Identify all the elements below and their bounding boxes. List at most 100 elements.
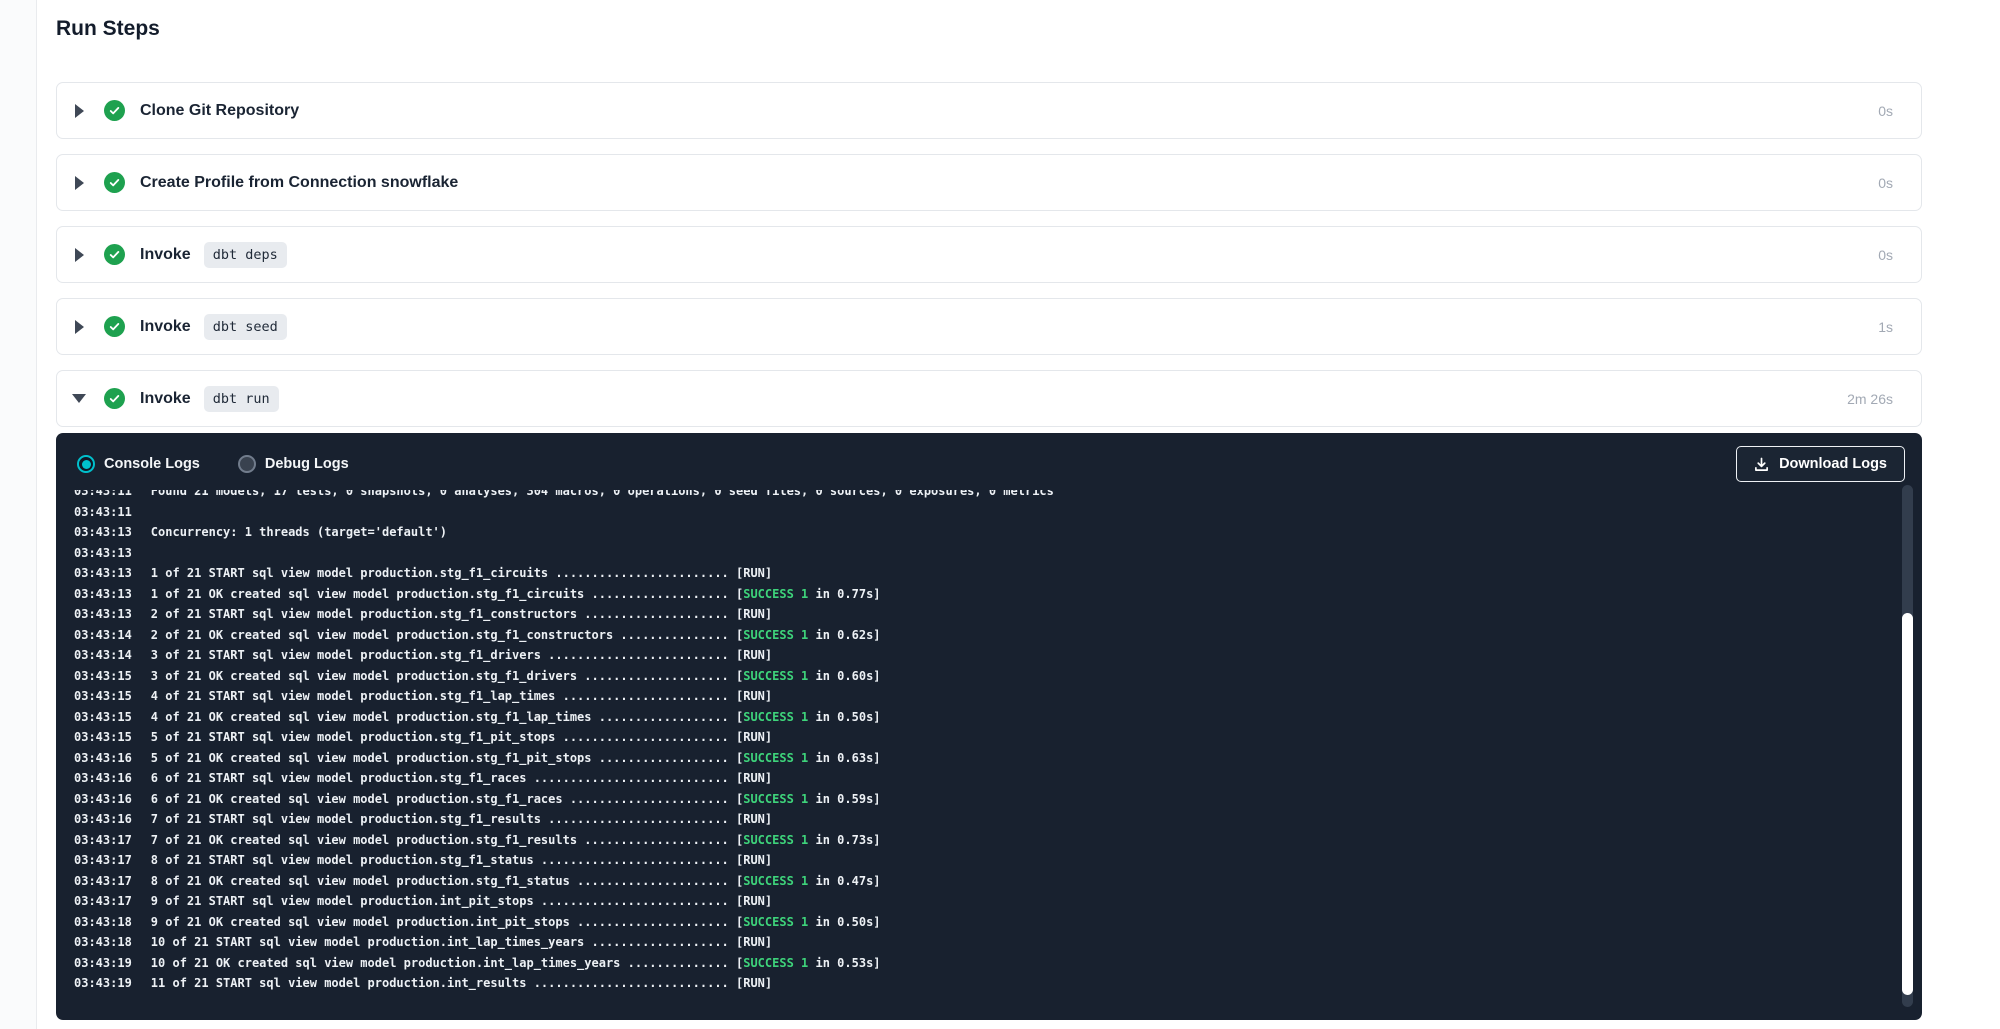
step-name: Invoke — [140, 318, 191, 336]
log-line: 03:43:13 — [74, 543, 1922, 564]
log-text: in 0.50s] — [808, 915, 880, 929]
log-text: [RUN] — [736, 566, 772, 580]
log-success: SUCCESS 1 — [743, 710, 808, 724]
log-text: 2 of 21 START sql view model production.… — [151, 607, 736, 621]
step-duration: 2m 26s — [1847, 391, 1893, 407]
download-logs-button[interactable]: Download Logs — [1736, 446, 1905, 482]
run-step-row[interactable]: Clone Git Repository 0s — [56, 82, 1922, 139]
download-logs-label: Download Logs — [1779, 456, 1887, 472]
log-line: 03:43:1910 of 21 OK created sql view mod… — [74, 953, 1922, 974]
log-line: 03:43:131 of 21 START sql view model pro… — [74, 563, 1922, 584]
log-line: 03:43:153 of 21 OK created sql view mode… — [74, 666, 1922, 687]
log-time: 03:43:18 — [74, 915, 132, 929]
log-time: 03:43:11 — [74, 490, 132, 498]
log-text: 8 of 21 START sql view model production.… — [151, 853, 736, 867]
log-success: SUCCESS 1 — [743, 669, 808, 683]
log-line: 03:43:13Concurrency: 1 threads (target='… — [74, 522, 1922, 543]
log-text: 10 of 21 START sql view model production… — [151, 935, 736, 949]
log-time: 03:43:14 — [74, 648, 132, 662]
log-time: 03:43:16 — [74, 771, 132, 785]
log-line: 03:43:17 8 of 21 START sql view model pro… — [74, 850, 1922, 871]
log-line: 03:43:17 9 of 21 START sql view model pro… — [74, 891, 1922, 912]
log-text: 7 of 21 START sql view model production.… — [151, 812, 736, 826]
download-icon — [1754, 457, 1769, 472]
run-step-row[interactable]: Invoke dbt seed 1s — [56, 298, 1922, 355]
success-check-icon — [104, 172, 125, 193]
log-text: 9 of 21 OK created sql view model produc… — [151, 915, 736, 929]
log-text: [RUN] — [736, 853, 772, 867]
log-text: in 0.53s] — [808, 956, 880, 970]
run-step-row[interactable]: Invoke dbt deps 0s — [56, 226, 1922, 283]
step-duration: 1s — [1878, 319, 1893, 335]
log-time: 03:43:17 — [74, 833, 132, 847]
run-step-row[interactable]: Create Profile from Connection snowflake… — [56, 154, 1922, 211]
log-text: in 0.59s] — [808, 792, 880, 806]
run-step-row[interactable]: Invoke dbt run 2m 26s — [56, 370, 1922, 427]
log-text: 9 of 21 START sql view model production.… — [151, 894, 736, 908]
log-time: 03:43:19 — [74, 976, 132, 990]
step-command-badge: dbt seed — [204, 314, 287, 340]
log-line: 03:43:166 of 21 OK created sql view mode… — [74, 789, 1922, 810]
steps-list: Clone Git Repository 0s Create Profile f… — [56, 82, 1922, 427]
log-success: SUCCESS 1 — [743, 915, 808, 929]
log-text: [RUN] — [736, 607, 772, 621]
log-line: 03:43:178 of 21 OK created sql view mode… — [74, 871, 1922, 892]
log-viewport[interactable]: 03:43:11 Found 21 models, 17 tests, 0 sna… — [56, 490, 1922, 1011]
log-time: 03:43:17 — [74, 894, 132, 908]
console-logs-radio[interactable]: Console Logs — [77, 455, 200, 473]
log-time: 03:43:16 — [74, 792, 132, 806]
log-text: 4 of 21 OK created sql view model produc… — [151, 710, 736, 724]
chevron-icon[interactable] — [71, 104, 87, 118]
step-duration: 0s — [1878, 247, 1893, 263]
step-name: Invoke — [140, 390, 191, 408]
log-text: [RUN] — [736, 976, 772, 990]
log-line: 03:43:11 — [74, 502, 1922, 523]
chevron-icon[interactable] — [71, 248, 87, 262]
log-text: in 0.47s] — [808, 874, 880, 888]
log-line: 03:43:1810 of 21 START sql view model pr… — [74, 932, 1922, 953]
log-text: [RUN] — [736, 730, 772, 744]
log-text: in 0.62s] — [808, 628, 880, 642]
console-scrollbar-track[interactable] — [1902, 485, 1913, 1007]
log-text: 3 of 21 START sql view model production.… — [151, 648, 736, 662]
debug-logs-label: Debug Logs — [265, 456, 349, 472]
log-text: in 0.63s] — [808, 751, 880, 765]
log-time: 03:43:19 — [74, 956, 132, 970]
log-text: [RUN] — [736, 812, 772, 826]
log-time: 03:43:13 — [74, 525, 132, 539]
step-command-badge: dbt deps — [204, 242, 287, 268]
step-name: Invoke — [140, 246, 191, 264]
log-line: 03:43:131 of 21 OK created sql view mode… — [74, 584, 1922, 605]
log-text: 8 of 21 OK created sql view model produc… — [151, 874, 736, 888]
step-duration: 0s — [1878, 103, 1893, 119]
log-time: 03:43:11 — [74, 505, 132, 519]
chevron-icon[interactable] — [71, 394, 87, 403]
log-time: 03:43:13 — [74, 607, 132, 621]
debug-logs-radio[interactable]: Debug Logs — [238, 455, 349, 473]
log-text: 1 of 21 START sql view model production.… — [151, 566, 736, 580]
log-text: 2 of 21 OK created sql view model produc… — [151, 628, 736, 642]
console-scrollbar-thumb[interactable] — [1902, 613, 1913, 995]
log-line: 03:43:142 of 21 OK created sql view mode… — [74, 625, 1922, 646]
log-success: SUCCESS 1 — [743, 751, 808, 765]
log-text: 5 of 21 START sql view model production.… — [151, 730, 736, 744]
log-text: 7 of 21 OK created sql view model produc… — [151, 833, 736, 847]
log-line: 03:43:166 of 21 START sql view model pro… — [74, 768, 1922, 789]
log-text: [RUN] — [736, 894, 772, 908]
console-topbar: Console Logs Debug Logs Download Logs — [56, 433, 1922, 490]
log-text: [RUN] — [736, 935, 772, 949]
log-success: SUCCESS 1 — [743, 628, 808, 642]
chevron-icon[interactable] — [71, 320, 87, 334]
log-time: 03:43:17 — [74, 853, 132, 867]
left-gutter — [0, 0, 37, 1029]
success-check-icon — [104, 388, 125, 409]
chevron-icon[interactable] — [71, 176, 87, 190]
log-line: 03:43:154 of 21 OK created sql view mode… — [74, 707, 1922, 728]
log-success: SUCCESS 1 — [743, 833, 808, 847]
step-name: Create Profile from Connection snowflake — [140, 174, 458, 192]
log-success: SUCCESS 1 — [743, 956, 808, 970]
log-text: Found 21 models, 17 tests, 0 snapshots, … — [151, 490, 1054, 498]
log-time: 03:43:16 — [74, 751, 132, 765]
log-line: 03:43:167 of 21 START sql view model pro… — [74, 809, 1922, 830]
log-line: 03:43:165 of 21 OK created sql view mode… — [74, 748, 1922, 769]
